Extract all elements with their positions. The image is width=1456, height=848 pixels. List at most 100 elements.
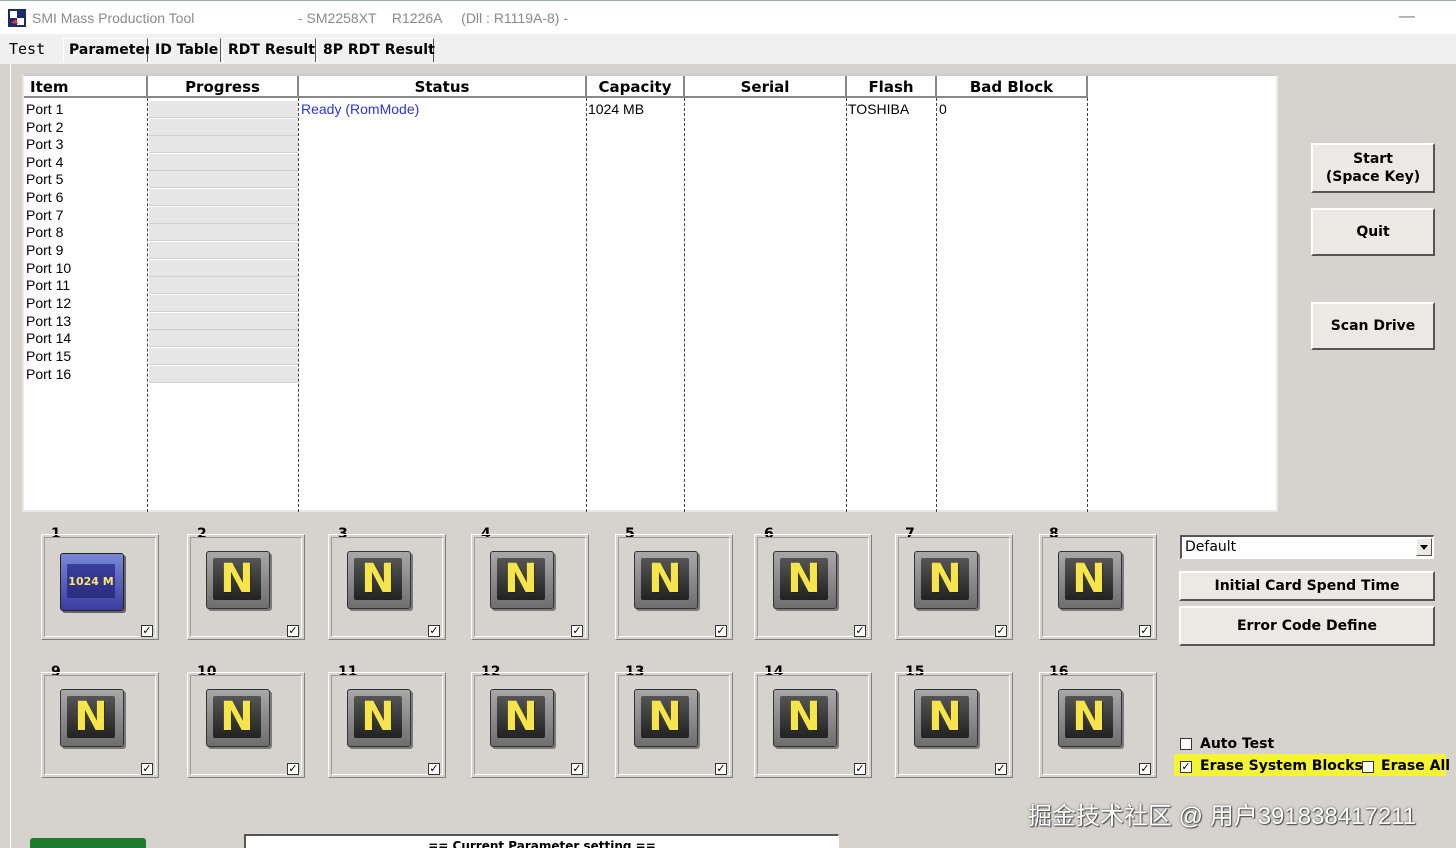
scan-drive-button[interactable]: Scan Drive [1311, 302, 1435, 350]
slot-enable-checkbox[interactable]: ✓ [1139, 763, 1151, 775]
device-slot[interactable]: N ✓ [615, 534, 733, 640]
slot-enable-checkbox[interactable]: ✓ [141, 763, 153, 775]
slot-enable-checkbox[interactable]: ✓ [995, 763, 1007, 775]
slot-enable-checkbox[interactable]: ✓ [571, 625, 583, 637]
no-device-face: N [213, 558, 261, 600]
device-slot[interactable]: N ✓ [41, 672, 159, 778]
auto-test-label: Auto Test [1200, 736, 1275, 752]
no-device-letter: N [220, 694, 254, 740]
tab-8p-rdt-result[interactable]: 8P RDT Result [317, 38, 435, 62]
port-label: Port 13 [26, 313, 72, 329]
device-slot[interactable]: N ✓ [895, 672, 1013, 778]
watermark: 掘金技术社区 @ 用户391838417211 [1028, 803, 1417, 830]
no-device-letter: N [504, 556, 538, 602]
column-header-item[interactable]: Item [24, 76, 148, 98]
no-device-icon: N [347, 689, 411, 747]
port-label: Port 3 [26, 136, 64, 152]
no-device-icon: N [206, 551, 270, 609]
port-label: Port 1 [26, 101, 64, 117]
no-device-letter: N [220, 556, 254, 602]
no-device-face: N [354, 558, 402, 600]
port-label: Port 11 [26, 277, 71, 293]
device-slot[interactable]: N ✓ [471, 534, 589, 640]
slot-enable-checkbox[interactable]: ✓ [287, 763, 299, 775]
column-header-serial[interactable]: Serial [685, 76, 847, 98]
device-slot[interactable]: N ✓ [895, 534, 1013, 640]
device-slot[interactable]: N ✓ [328, 672, 446, 778]
port-1-status: Ready (RomMode) [301, 101, 420, 117]
device-slot[interactable]: N ✓ [328, 534, 446, 640]
start-button[interactable]: Start (Space Key) [1311, 143, 1435, 193]
progress-bar [149, 136, 298, 153]
tab-test[interactable]: Test [4, 38, 51, 62]
port-label: Port 5 [26, 171, 64, 187]
no-device-letter: N [787, 694, 821, 740]
quit-button[interactable]: Quit [1311, 208, 1435, 256]
device-slot[interactable]: N ✓ [615, 672, 733, 778]
device-slot[interactable]: N ✓ [187, 672, 305, 778]
column-header-capacity[interactable]: Capacity [587, 76, 685, 98]
no-device-icon: N [1058, 689, 1122, 747]
tab-rdt-result[interactable]: RDT Result [222, 38, 316, 62]
memory-card-face: 1024 M [67, 564, 115, 598]
device-slot[interactable]: N ✓ [754, 534, 872, 640]
port-label: Port 9 [26, 242, 64, 258]
initial-card-spend-time-button[interactable]: Initial Card Spend Time [1179, 571, 1435, 601]
no-device-icon: N [60, 689, 124, 747]
no-device-icon: N [634, 689, 698, 747]
erase-system-blocks-checkbox[interactable]: ✓ [1180, 761, 1192, 773]
port-1-bad-block: 0 [939, 101, 947, 117]
device-slot[interactable]: N ✓ [1039, 672, 1157, 778]
progress-bar [149, 224, 298, 241]
progress-bar [149, 207, 298, 224]
device-slot[interactable]: N ✓ [471, 672, 589, 778]
no-device-letter: N [504, 694, 538, 740]
profile-select[interactable]: Default [1180, 535, 1434, 559]
column-header-status[interactable]: Status [299, 76, 587, 98]
port-label: Port 7 [26, 207, 64, 223]
slot-enable-checkbox[interactable]: ✓ [854, 625, 866, 637]
device-slot[interactable]: N ✓ [187, 534, 305, 640]
device-slot[interactable]: N ✓ [754, 672, 872, 778]
tab-id-table[interactable]: ID Table [149, 38, 221, 62]
slot-enable-checkbox[interactable]: ✓ [428, 625, 440, 637]
slot-enable-checkbox[interactable]: ✓ [428, 763, 440, 775]
port-status-grid[interactable]: Item Progress Status Capacity Serial Fla… [22, 74, 1278, 512]
progress-bar [149, 189, 298, 206]
no-device-face: N [1065, 558, 1113, 600]
auto-test-checkbox[interactable] [1180, 738, 1192, 750]
slot-enable-checkbox[interactable]: ✓ [995, 625, 1007, 637]
current-parameter-box: == Current Parameter setting == [244, 834, 839, 848]
no-device-letter: N [1072, 694, 1106, 740]
no-device-icon: N [914, 551, 978, 609]
slot-enable-checkbox[interactable]: ✓ [854, 763, 866, 775]
tab-parameter[interactable]: Parameter [63, 38, 152, 62]
slot-enable-checkbox[interactable]: ✓ [571, 763, 583, 775]
progress-bar [149, 154, 298, 171]
column-header-flash[interactable]: Flash [847, 76, 937, 98]
slot-enable-checkbox[interactable]: ✓ [1139, 625, 1151, 637]
column-header-progress[interactable]: Progress [148, 76, 299, 98]
no-device-face: N [780, 696, 828, 738]
column-header-bad-block[interactable]: Bad Block [937, 76, 1088, 98]
no-device-face: N [67, 696, 115, 738]
start-label: Start [1353, 151, 1393, 167]
slot-enable-checkbox[interactable]: ✓ [141, 625, 153, 637]
erase-all-checkbox[interactable] [1362, 761, 1374, 773]
no-device-face: N [213, 696, 261, 738]
device-slot[interactable]: 1024 M ✓ [41, 534, 159, 640]
no-device-face: N [1065, 696, 1113, 738]
slot-enable-checkbox[interactable]: ✓ [287, 625, 299, 637]
profile-select-value: Default [1185, 539, 1237, 555]
slot-enable-checkbox[interactable]: ✓ [715, 625, 727, 637]
progress-bar [149, 348, 298, 365]
error-code-define-button[interactable]: Error Code Define [1179, 606, 1435, 646]
slot-enable-checkbox[interactable]: ✓ [715, 763, 727, 775]
no-device-letter: N [928, 694, 962, 740]
column-divider [298, 98, 299, 512]
no-device-face: N [780, 558, 828, 600]
minimize-button[interactable]: — [1396, 4, 1418, 30]
dropdown-arrow-icon[interactable] [1416, 538, 1432, 556]
device-slot[interactable]: N ✓ [1039, 534, 1157, 640]
memory-card-icon: 1024 M [60, 553, 124, 611]
